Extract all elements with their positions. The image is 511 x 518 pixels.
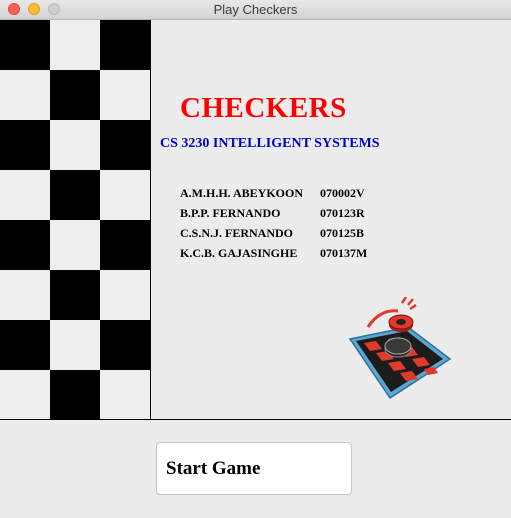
window-title: Play Checkers: [213, 2, 298, 17]
board-square-dark: [100, 320, 150, 370]
board-square-light: [100, 170, 150, 220]
board-square-light: [50, 320, 100, 370]
board-square-light: [50, 220, 100, 270]
checkerboard-decoration: [0, 20, 151, 420]
checkers-logo-icon: [346, 296, 454, 401]
board-square-dark: [0, 220, 50, 270]
board-square-light: [0, 270, 50, 320]
board-square-dark: [100, 20, 150, 70]
start-game-button[interactable]: Start Game: [156, 442, 352, 495]
board-square-light: [100, 270, 150, 320]
member-id: 070125B: [320, 226, 365, 240]
board-square-dark: [50, 170, 100, 220]
board-square-dark: [50, 370, 100, 420]
board-square-dark: [50, 270, 100, 320]
board-square-light: [50, 120, 100, 170]
member-id: 070002V: [320, 186, 365, 200]
member-name: C.S.N.J. FERNANDO: [180, 226, 294, 240]
window-titlebar: Play Checkers: [0, 0, 511, 20]
board-square-dark: [100, 120, 150, 170]
board-square-light: [0, 70, 50, 120]
board-square-dark: [0, 120, 50, 170]
board-square-light: [100, 370, 150, 420]
board-square-dark: [50, 70, 100, 120]
member-id: 070137M: [320, 246, 368, 260]
board-square-light: [50, 20, 100, 70]
game-title: CHECKERS: [180, 92, 347, 124]
member-name: A.M.H.H. ABEYKOON: [180, 186, 304, 200]
board-square-light: [100, 70, 150, 120]
board-square-dark: [0, 20, 50, 70]
board-square-dark: [0, 320, 50, 370]
footer-divider: [0, 419, 511, 420]
board-square-light: [0, 370, 50, 420]
member-id: 070123R: [320, 206, 365, 220]
member-name: K.C.B. GAJASINGHE: [180, 246, 298, 260]
board-square-dark: [100, 220, 150, 270]
course-title: CS 3230 INTELLIGENT SYSTEMS: [160, 136, 380, 151]
board-square-light: [0, 170, 50, 220]
member-name: B.P.P. FERNANDO: [180, 206, 281, 220]
